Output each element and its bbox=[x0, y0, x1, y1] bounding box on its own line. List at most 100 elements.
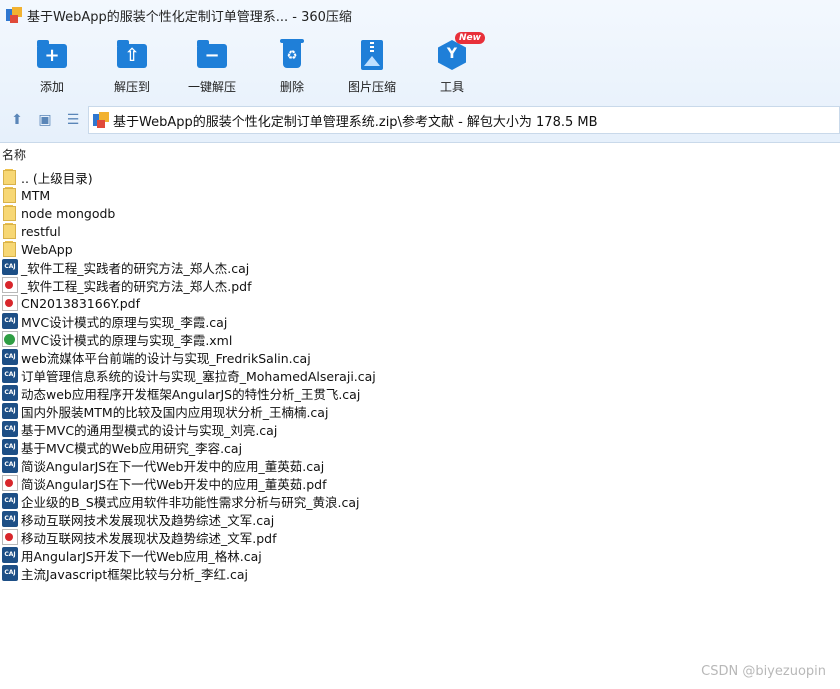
caj-file-icon bbox=[2, 385, 18, 401]
list-item[interactable]: 订单管理信息系统的设计与实现_塞拉奇_MohamedAlseraji.caj bbox=[2, 366, 840, 384]
address-path: 基于WebApp的服装个性化定制订单管理系统.zip\参考文献 - 解包大小为 … bbox=[113, 114, 598, 130]
delete-button[interactable]: ♻ 删除 bbox=[252, 34, 332, 98]
address-bar[interactable]: 基于WebApp的服装个性化定制订单管理系统.zip\参考文献 - 解包大小为 … bbox=[88, 106, 840, 134]
file-name: 订单管理信息系统的设计与实现_塞拉奇_MohamedAlseraji.caj bbox=[21, 368, 376, 384]
window-chrome: 基于WebApp的服装个性化定制订单管理系... - 360压缩 + 添加 ⇧ … bbox=[0, 0, 840, 143]
list-view-icon[interactable]: ☰ bbox=[62, 109, 84, 131]
file-name: MTM bbox=[21, 187, 51, 203]
image-compress-label: 图片压缩 bbox=[347, 80, 396, 94]
list-item[interactable]: _软件工程_实践者的研究方法_郑人杰.caj bbox=[2, 258, 840, 276]
file-name: 简谈AngularJS在下一代Web开发中的应用_董英茹.pdf bbox=[21, 476, 327, 492]
one-click-extract-label: 一键解压 bbox=[187, 80, 236, 94]
file-name: 基于MVC模式的Web应用研究_李容.caj bbox=[21, 440, 243, 456]
list-item[interactable]: node mongodb bbox=[2, 204, 840, 222]
list-item[interactable]: .. (上级目录) bbox=[2, 168, 840, 186]
file-name: 用AngularJS开发下一代Web应用_格林.caj bbox=[21, 548, 262, 564]
pdf-file-icon bbox=[2, 475, 18, 491]
pdf-file-icon bbox=[2, 529, 18, 545]
caj-file-icon bbox=[2, 547, 18, 563]
tools-icon: Y New bbox=[435, 32, 485, 72]
list-item[interactable]: 移动互联网技术发展现状及趋势综述_文军.caj bbox=[2, 510, 840, 528]
list-item[interactable]: 简谈AngularJS在下一代Web开发中的应用_董英茹.pdf bbox=[2, 474, 840, 492]
list-item[interactable]: CN201383166Y.pdf bbox=[2, 294, 840, 312]
list-item[interactable]: 简谈AngularJS在下一代Web开发中的应用_董英茹.caj bbox=[2, 456, 840, 474]
one-click-extract-button[interactable]: − 一键解压 bbox=[172, 34, 252, 98]
file-name: CN201383166Y.pdf bbox=[21, 295, 141, 311]
file-list: .. (上级目录)MTM node mongodb restful WebApp _软件… bbox=[2, 168, 840, 582]
folder-icon bbox=[2, 241, 18, 257]
file-name: restful bbox=[21, 223, 61, 239]
extract-to-button[interactable]: ⇧ 解压到 bbox=[92, 34, 172, 98]
caj-file-icon bbox=[2, 421, 18, 437]
list-item[interactable]: MVC设计模式的原理与实现_李霞.caj bbox=[2, 312, 840, 330]
list-item[interactable]: 基于MVC模式的Web应用研究_李容.caj bbox=[2, 438, 840, 456]
list-item[interactable]: 国内外服装MTM的比较及国内应用现状分析_王楠楠.caj bbox=[2, 402, 840, 420]
title-bar: 基于WebApp的服装个性化定制订单管理系... - 360压缩 bbox=[0, 0, 840, 30]
extract-to-label: 解压到 bbox=[113, 80, 150, 94]
caj-file-icon bbox=[2, 349, 18, 365]
new-badge: New bbox=[455, 32, 485, 44]
file-name: web流媒体平台前端的设计与实现_FredrikSalin.caj bbox=[21, 350, 311, 366]
list-item[interactable]: restful bbox=[2, 222, 840, 240]
file-name: 主流Javascript框架比较与分析_李红.caj bbox=[21, 566, 248, 582]
file-name: 国内外服装MTM的比较及国内应用现状分析_王楠楠.caj bbox=[21, 404, 329, 420]
add-button[interactable]: + 添加 bbox=[12, 34, 92, 98]
caj-file-icon bbox=[2, 511, 18, 527]
archive-icon bbox=[93, 112, 109, 128]
tools-button[interactable]: Y New 工具 bbox=[412, 32, 492, 98]
window-title: 基于WebApp的服装个性化定制订单管理系... - 360压缩 bbox=[27, 9, 352, 25]
toolbar: + 添加 ⇧ 解压到 − 一键解压 ♻ 删除 图片压缩 Y New 工具 bbox=[0, 32, 840, 98]
caj-file-icon bbox=[2, 565, 18, 581]
list-item[interactable]: MVC设计模式的原理与实现_李霞.xml bbox=[2, 330, 840, 348]
file-name: MVC设计模式的原理与实现_李霞.xml bbox=[21, 332, 233, 348]
column-header-name[interactable]: 名称 bbox=[0, 146, 840, 164]
caj-file-icon bbox=[2, 259, 18, 275]
pdf-file-icon bbox=[2, 295, 18, 311]
file-name: _软件工程_实践者的研究方法_郑人杰.caj bbox=[21, 260, 250, 276]
caj-file-icon bbox=[2, 457, 18, 473]
list-item[interactable]: MTM bbox=[2, 186, 840, 204]
one-click-extract-icon: − bbox=[195, 38, 229, 72]
list-item[interactable]: WebApp bbox=[2, 240, 840, 258]
thumbnail-view-icon[interactable]: ▣ bbox=[34, 109, 56, 131]
pdf-file-icon bbox=[2, 277, 18, 293]
add-label: 添加 bbox=[39, 80, 64, 94]
file-name: 移动互联网技术发展现状及趋势综述_文军.pdf bbox=[21, 530, 277, 546]
list-item[interactable]: _软件工程_实践者的研究方法_郑人杰.pdf bbox=[2, 276, 840, 294]
app-logo-icon bbox=[6, 7, 22, 23]
file-name: 简谈AngularJS在下一代Web开发中的应用_董英茹.caj bbox=[21, 458, 325, 474]
list-item[interactable]: 主流Javascript框架比较与分析_李红.caj bbox=[2, 564, 840, 582]
list-item[interactable]: 企业级的B_S模式应用软件非功能性需求分析与研究_黄浪.caj bbox=[2, 492, 840, 510]
file-name: 基于MVC的通用型模式的设计与实现_刘亮.caj bbox=[21, 422, 278, 438]
folder-icon bbox=[2, 223, 18, 239]
caj-file-icon bbox=[2, 439, 18, 455]
list-item[interactable]: 移动互联网技术发展现状及趋势综述_文军.pdf bbox=[2, 528, 840, 546]
list-item[interactable]: 动态web应用程序开发框架AngularJS的特性分析_王贯飞.caj bbox=[2, 384, 840, 402]
caj-file-icon bbox=[2, 403, 18, 419]
file-name: node mongodb bbox=[21, 205, 116, 221]
tools-label: 工具 bbox=[439, 80, 464, 94]
file-name: 动态web应用程序开发框架AngularJS的特性分析_王贯飞.caj bbox=[21, 386, 361, 402]
file-name: 移动互联网技术发展现状及趋势综述_文军.caj bbox=[21, 512, 275, 528]
up-arrow-icon[interactable]: ⬆ bbox=[6, 109, 28, 131]
image-compress-icon bbox=[355, 38, 389, 72]
caj-file-icon bbox=[2, 493, 18, 509]
image-compress-button[interactable]: 图片压缩 bbox=[332, 34, 412, 98]
caj-file-icon bbox=[2, 367, 18, 383]
folder-icon bbox=[2, 169, 18, 185]
folder-icon bbox=[2, 187, 18, 203]
caj-file-icon bbox=[2, 313, 18, 329]
file-name: MVC设计模式的原理与实现_李霞.caj bbox=[21, 314, 228, 330]
file-name: _软件工程_实践者的研究方法_郑人杰.pdf bbox=[21, 278, 252, 294]
xml-file-icon bbox=[2, 331, 18, 347]
add-icon: + bbox=[35, 38, 69, 72]
list-item[interactable]: web流媒体平台前端的设计与实现_FredrikSalin.caj bbox=[2, 348, 840, 366]
file-name: .. (上级目录) bbox=[21, 170, 93, 186]
list-item[interactable]: 基于MVC的通用型模式的设计与实现_刘亮.caj bbox=[2, 420, 840, 438]
file-name: WebApp bbox=[21, 241, 73, 257]
list-item[interactable]: 用AngularJS开发下一代Web应用_格林.caj bbox=[2, 546, 840, 564]
watermark: CSDN @biyezuopin bbox=[701, 664, 826, 679]
navigation-bar: ⬆ ▣ ☰ 基于WebApp的服装个性化定制订单管理系统.zip\参考文献 - … bbox=[0, 104, 840, 136]
delete-icon: ♻ bbox=[275, 38, 309, 72]
file-name: 企业级的B_S模式应用软件非功能性需求分析与研究_黄浪.caj bbox=[21, 494, 360, 510]
